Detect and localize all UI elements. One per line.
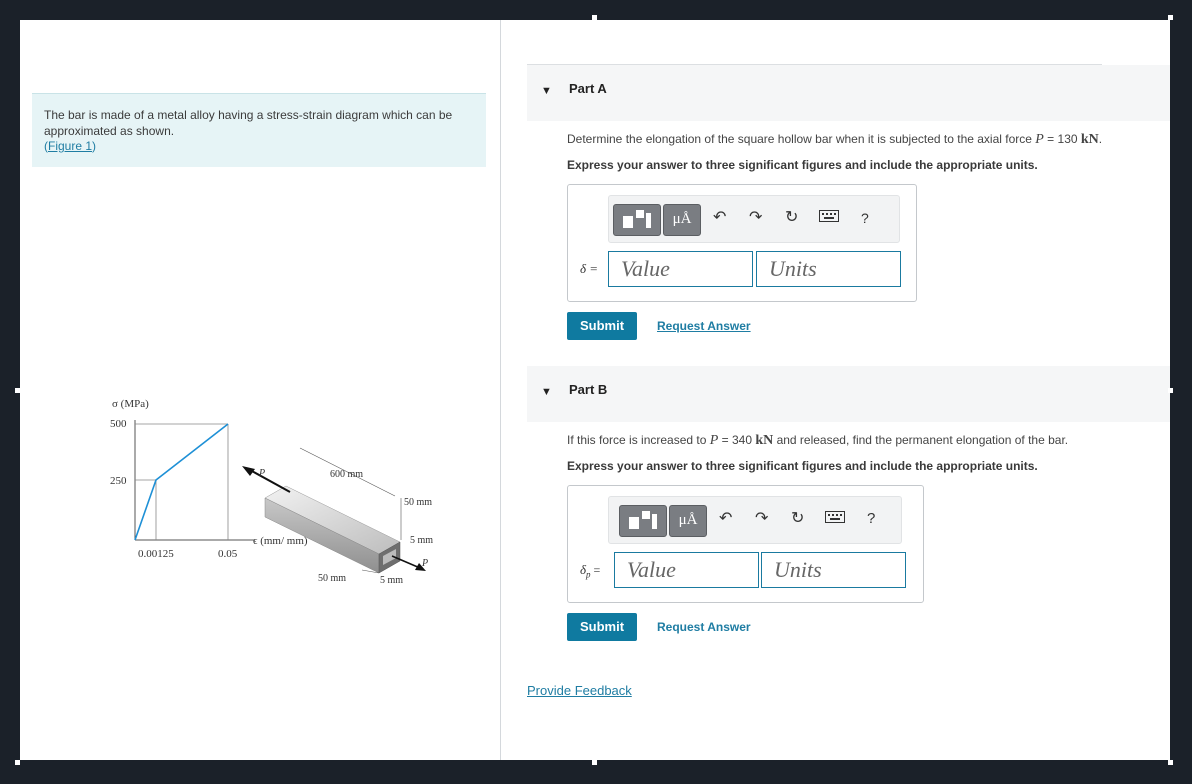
resize-handle[interactable] bbox=[1168, 15, 1173, 20]
part-b-value-input[interactable] bbox=[615, 553, 758, 587]
undo-icon[interactable]: ↶ bbox=[719, 509, 732, 529]
resize-handle[interactable] bbox=[1168, 760, 1173, 765]
part-b-toolbar: μÅ ↶ ↷ ↻ ? bbox=[608, 496, 902, 544]
part-a-instruction: Express your answer to three significant… bbox=[567, 158, 1038, 172]
provide-feedback-link[interactable]: Provide Feedback bbox=[527, 683, 632, 698]
part-a-units-input[interactable] bbox=[757, 252, 900, 286]
x-tick-0-05: 0.05 bbox=[218, 548, 238, 560]
problem-text: The bar is made of a metal alloy having … bbox=[44, 108, 453, 138]
reset-icon[interactable]: ↻ bbox=[785, 208, 798, 228]
parts-panel: ▼ Part A Determine the elongation of the… bbox=[501, 20, 1170, 760]
help-icon[interactable]: ? bbox=[861, 208, 869, 228]
resize-handle[interactable] bbox=[15, 760, 20, 765]
force-label-left: P bbox=[258, 468, 265, 479]
units-button[interactable]: μÅ bbox=[669, 505, 707, 537]
resize-handle[interactable] bbox=[1168, 388, 1173, 393]
keyboard-icon[interactable] bbox=[819, 208, 839, 228]
problem-statement: The bar is made of a metal alloy having … bbox=[32, 93, 486, 167]
part-b-title: Part B bbox=[569, 382, 608, 397]
y-tick-250: 250 bbox=[110, 475, 127, 487]
dim-50mm-width: 50 mm bbox=[318, 573, 346, 584]
dim-600mm: 600 mm bbox=[330, 469, 363, 480]
part-a-value-field[interactable] bbox=[608, 251, 753, 287]
units-button[interactable]: μÅ bbox=[663, 204, 701, 236]
stress-strain-figure: σ (MPa) 500 250 0.00125 0.05 ϵ (mm/ mm) bbox=[110, 398, 433, 586]
problem-panel: The bar is made of a metal alloy having … bbox=[20, 20, 501, 760]
part-a-question: Determine the elongation of the square h… bbox=[567, 132, 1103, 147]
help-icon[interactable]: ? bbox=[867, 509, 875, 529]
part-b-request-answer-link[interactable]: Request Answer bbox=[657, 620, 751, 634]
resize-handle[interactable] bbox=[15, 388, 20, 393]
part-b-question: If this force is increased to P = 340 kN… bbox=[567, 433, 1069, 448]
x-axis-label: ϵ (mm/ mm) bbox=[253, 535, 308, 547]
dim-5mm-bottom: 5 mm bbox=[380, 575, 403, 586]
resize-handle[interactable] bbox=[592, 15, 597, 20]
keyboard-icon[interactable] bbox=[825, 509, 845, 529]
dim-5mm-wall: 5 mm bbox=[410, 535, 433, 546]
part-a-header[interactable]: ▼ Part A bbox=[527, 65, 1170, 121]
collapse-triangle-icon[interactable]: ▼ bbox=[541, 85, 552, 97]
part-a-request-answer-link[interactable]: Request Answer bbox=[657, 319, 751, 333]
part-a-value-input[interactable] bbox=[609, 252, 752, 286]
y-tick-500: 500 bbox=[110, 418, 127, 430]
dim-50mm-height: 50 mm bbox=[404, 497, 432, 508]
part-b-answer-box: μÅ ↶ ↷ ↻ ? δp = bbox=[567, 485, 924, 603]
collapse-triangle-icon[interactable]: ▼ bbox=[541, 386, 552, 398]
x-tick-0-00125: 0.00125 bbox=[138, 548, 174, 560]
delta-p-symbol: δp = bbox=[580, 562, 601, 580]
part-a-submit-button[interactable]: Submit bbox=[567, 312, 637, 340]
part-b-submit-button[interactable]: Submit bbox=[567, 613, 637, 641]
stress-strain-curve bbox=[134, 423, 229, 541]
part-b-units-input[interactable] bbox=[762, 553, 905, 587]
templates-icon[interactable] bbox=[613, 204, 661, 236]
part-b-units-field[interactable] bbox=[761, 552, 906, 588]
y-axis-label: σ (MPa) bbox=[112, 398, 149, 410]
part-a-toolbar: μÅ ↶ ↷ ↻ ? bbox=[608, 195, 900, 243]
redo-icon[interactable]: ↷ bbox=[749, 208, 762, 228]
figure-link[interactable]: (Figure 1) bbox=[44, 139, 96, 153]
part-a-units-field[interactable] bbox=[756, 251, 901, 287]
resize-handle[interactable] bbox=[592, 760, 597, 765]
force-label-right: P bbox=[421, 558, 428, 569]
part-a-title: Part A bbox=[569, 81, 607, 96]
undo-icon[interactable]: ↶ bbox=[713, 208, 726, 228]
page: The bar is made of a metal alloy having … bbox=[20, 20, 1170, 760]
part-a-answer-box: μÅ ↶ ↷ ↻ ? δ = bbox=[567, 184, 917, 302]
redo-icon[interactable]: ↷ bbox=[755, 509, 768, 529]
reset-icon[interactable]: ↻ bbox=[791, 509, 804, 529]
part-b-header[interactable]: ▼ Part B bbox=[527, 366, 1170, 422]
part-b-value-field[interactable] bbox=[614, 552, 759, 588]
part-b-instruction: Express your answer to three significant… bbox=[567, 459, 1038, 473]
delta-symbol: δ = bbox=[580, 261, 599, 276]
templates-icon[interactable] bbox=[619, 505, 667, 537]
